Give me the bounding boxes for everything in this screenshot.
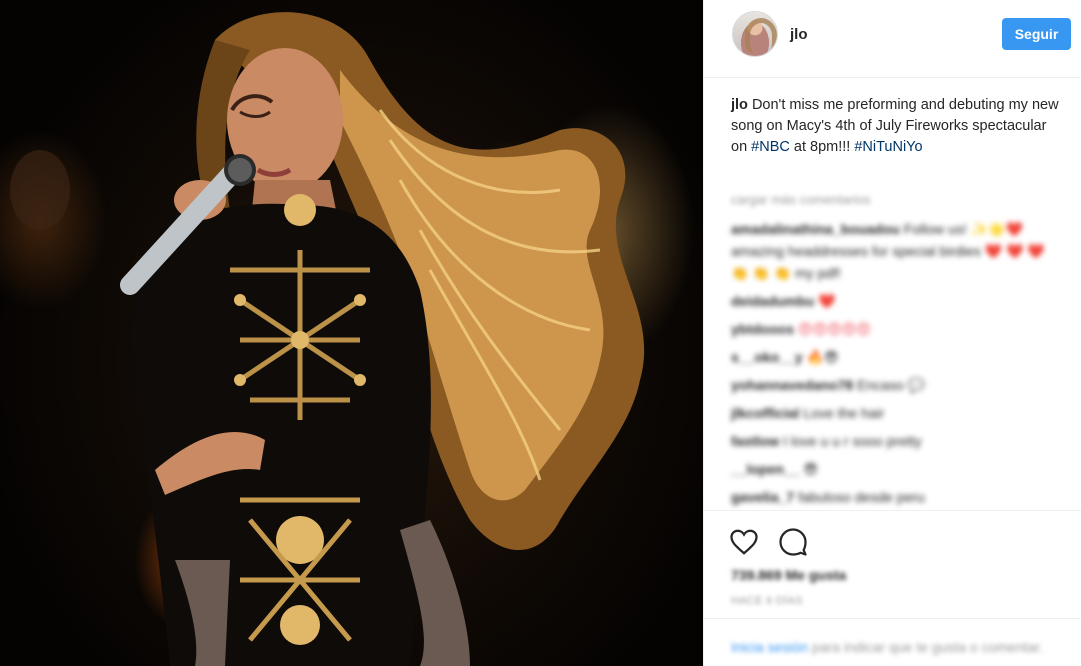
caption-text-2: at 8pm!!! [789, 139, 855, 155]
comment-user[interactable]: s__oko__y [731, 349, 803, 365]
login-prompt-text: Inicia sesión para indicar que te gusta … [731, 639, 1043, 655]
performer-illustration [10, 12, 645, 666]
comment-user[interactable]: deidadumbu [731, 293, 814, 309]
comment-user[interactable]: gavelia_7 [731, 489, 794, 505]
heart-icon[interactable] [729, 527, 759, 557]
comment: gavelia_7 fabuloso desde peru [731, 486, 1061, 508]
hashtag-nbc[interactable]: #NBC [751, 139, 790, 155]
comment: __lopen__ 😎 [731, 458, 1061, 480]
comment-user[interactable]: jlkcofficial [731, 405, 799, 421]
comment-text: Encaso 💬 [853, 377, 926, 393]
comment-text: ❤️ [814, 293, 836, 309]
hashtag-nitunivo[interactable]: #NiTuNiYo [854, 139, 922, 155]
comment-text: 🔥😎 [802, 349, 839, 365]
post-caption: jlo Don't miss me preforming and debutin… [731, 95, 1061, 158]
comment: fastlow I love u u r sooo pretty [731, 430, 1061, 452]
comment-text: Love the hair [799, 405, 885, 421]
comment-user[interactable]: __lopen__ [731, 461, 799, 477]
comment-user[interactable]: amadalinathina_bouadou [731, 221, 900, 237]
comment: yohannavedano78 Encaso 💬 [731, 374, 1061, 396]
post-image[interactable] [0, 0, 703, 666]
comment: s__oko__y 🔥😎 [731, 346, 1061, 368]
comment-user[interactable]: fastlow [731, 433, 779, 449]
caption-username[interactable]: jlo [731, 97, 748, 113]
comment-text: I love u u r sooo pretty [779, 433, 922, 449]
avatar[interactable] [732, 11, 778, 57]
comment-text: 😎 [799, 461, 818, 477]
post-actions: 739.869 Me gusta HACE 6 DÍAS [704, 510, 1081, 618]
post-sidebar: jlo Seguir jlo Don't miss me preforming … [703, 0, 1081, 666]
post-date: HACE 6 DÍAS [731, 595, 803, 607]
post-header: jlo Seguir [704, 0, 1081, 78]
comment: ybtdooos 😍😍😍😍😍 [731, 318, 1061, 340]
likes-count[interactable]: 739.869 Me gusta [731, 567, 846, 583]
comment: amadalinathina_bouadou Follow us! ✨🌟❤️ a… [731, 218, 1061, 284]
login-link[interactable]: Inicia sesión [731, 639, 808, 655]
login-prompt-suffix: para indicar que te gusta o comentar. [808, 639, 1044, 655]
comment: deidadumbu ❤️ [731, 290, 1061, 312]
comment-text: fabuloso desde peru [794, 489, 925, 505]
comment-text: 😍😍😍😍😍 [794, 321, 871, 337]
comment-user[interactable]: yohannavedano78 [731, 377, 853, 393]
username-link[interactable]: jlo [790, 26, 808, 43]
login-prompt: Inicia sesión para indicar que te gusta … [704, 618, 1081, 666]
comment-user[interactable]: ybtdooos [731, 321, 794, 337]
comment-icon[interactable] [778, 527, 808, 557]
follow-button[interactable]: Seguir [1002, 18, 1071, 50]
comment-list: amadalinathina_bouadou Follow us! ✨🌟❤️ a… [731, 218, 1061, 514]
load-more-comments-link[interactable]: cargar más comentarios [731, 192, 870, 207]
comment: jlkcofficial Love the hair [731, 402, 1061, 424]
